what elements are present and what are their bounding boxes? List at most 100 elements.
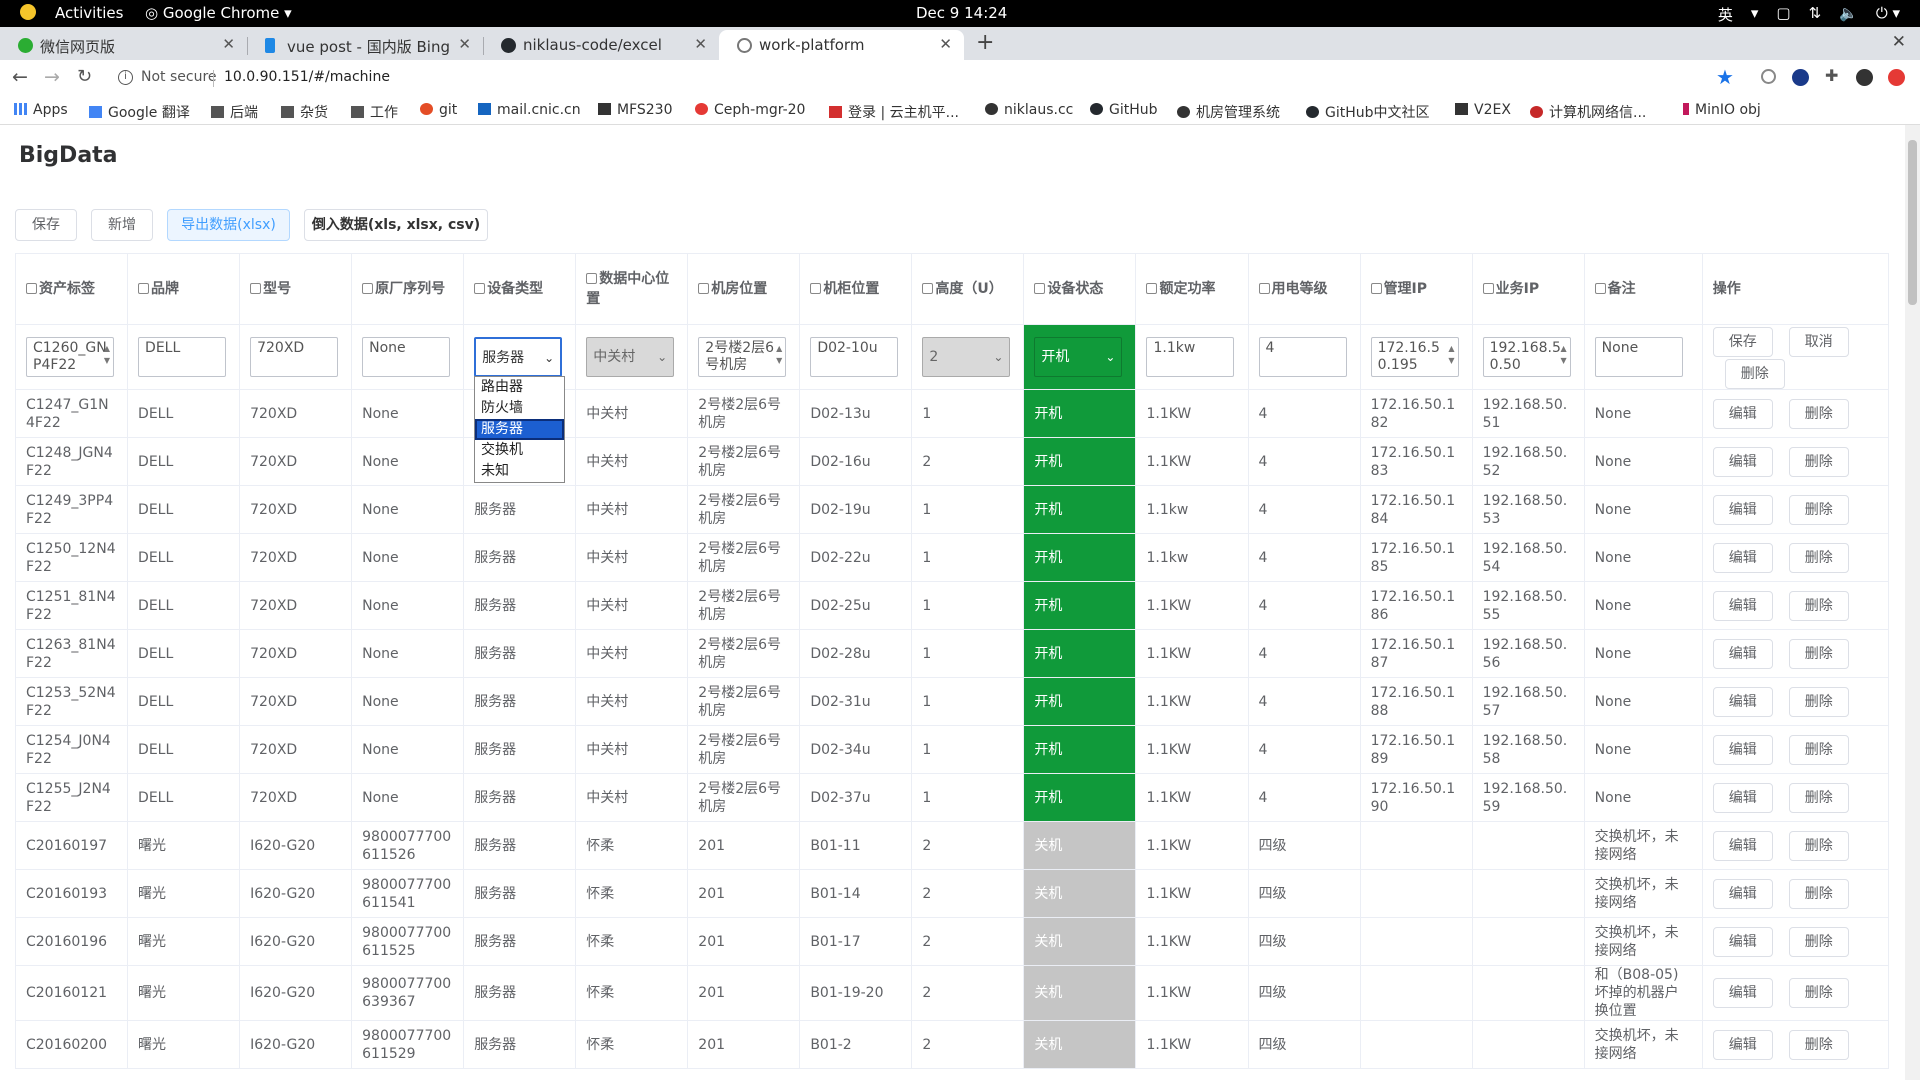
delete-button[interactable]: 删除	[1788, 926, 1849, 957]
edit-button[interactable]: 编辑	[1712, 734, 1773, 765]
delete-button[interactable]: 删除	[1788, 590, 1849, 621]
row-delete-button[interactable]: 删除	[1724, 359, 1785, 389]
delete-button[interactable]: 删除	[1788, 734, 1849, 765]
edit-button[interactable]: 编辑	[1712, 978, 1773, 1008]
column-header[interactable]: 机柜位置	[799, 253, 913, 325]
extensions-puzzle-icon[interactable]: ✚	[1825, 66, 1842, 85]
column-header[interactable]: 品牌	[127, 253, 241, 325]
status-select[interactable]: 开机 ⌄	[1034, 337, 1123, 377]
new-tab-button[interactable]: +	[976, 30, 994, 55]
delete-button[interactable]: 删除	[1788, 782, 1849, 813]
bookmark-folder-backend[interactable]: 后端	[211, 102, 258, 122]
rack-input[interactable]: D02-10u	[810, 337, 899, 377]
column-header[interactable]: 原厂序列号	[351, 253, 465, 325]
delete-button[interactable]: 删除	[1788, 398, 1849, 429]
app-menu[interactable]: ◎ Google Chrome ▾	[145, 4, 292, 22]
device-type-select[interactable]: 服务器 ⌄	[474, 337, 563, 377]
scroll-arrows-icon[interactable]: ▲ ▼	[104, 343, 110, 367]
edit-button[interactable]: 编辑	[1712, 542, 1773, 573]
delete-button[interactable]: 删除	[1788, 686, 1849, 717]
delete-button[interactable]: 删除	[1788, 1029, 1849, 1060]
column-header[interactable]: 机房位置	[687, 253, 801, 325]
edit-button[interactable]: 编辑	[1712, 926, 1773, 957]
model-input[interactable]: 720XD	[250, 337, 339, 377]
bookmark-mail[interactable]: mail.cnic.cn	[478, 102, 581, 118]
column-header[interactable]: 操作	[1701, 253, 1890, 325]
delete-button[interactable]: 删除	[1788, 638, 1849, 669]
tab-wechat[interactable]: 微信网页版 ✕	[0, 30, 248, 60]
import-button[interactable]: 倒入数据(xls, xlsx, csv)	[304, 209, 488, 241]
bookmark-github-cn[interactable]: GitHub中文社区	[1306, 102, 1430, 122]
security-label[interactable]: Not secure	[141, 69, 217, 85]
dropdown-option[interactable]: 路由器	[475, 377, 564, 398]
bookmark-niklaus[interactable]: niklaus.cc	[985, 102, 1073, 118]
bookmark-cnic[interactable]: 计算机网络信...	[1530, 102, 1646, 122]
close-icon[interactable]: ✕	[694, 35, 707, 53]
delete-button[interactable]: 删除	[1788, 978, 1849, 1008]
bookmark-github[interactable]: GitHub	[1090, 102, 1158, 118]
dropdown-option[interactable]: 服务器	[475, 419, 564, 440]
edit-button[interactable]: 编辑	[1712, 494, 1773, 525]
column-header[interactable]: 用电等级	[1247, 253, 1361, 325]
edit-button[interactable]: 编辑	[1712, 686, 1773, 717]
row-cancel-button[interactable]: 取消	[1788, 327, 1849, 357]
height-select[interactable]: 2 ⌄	[922, 337, 1011, 377]
column-header[interactable]: 型号	[239, 253, 353, 325]
column-header[interactable]: 业务IP	[1471, 253, 1585, 325]
bookmark-folder-work[interactable]: 工作	[351, 102, 398, 122]
asset-tag-input[interactable]: C1260_GNP4F22 ▲ ▼	[26, 337, 114, 377]
power-level-input[interactable]: 4	[1258, 337, 1347, 377]
biz-ip-input[interactable]: 192.168.50.50 ▲ ▼	[1482, 337, 1571, 377]
save-button[interactable]: 保存	[15, 209, 77, 241]
system-tray[interactable]: 英 ▾ ▢ ⇅ 🔈 ⏻ ▾	[1718, 4, 1900, 25]
tab-work-platform[interactable]: work-platform ✕	[719, 30, 964, 60]
avatar[interactable]	[1856, 69, 1873, 86]
scroll-arrows-icon[interactable]: ▲ ▼	[1448, 343, 1454, 367]
close-icon[interactable]: ✕	[939, 35, 952, 53]
bookmark-folder-misc[interactable]: 杂货	[281, 102, 328, 122]
clock[interactable]: Dec 9 14:24	[916, 4, 1007, 22]
edit-button[interactable]: 编辑	[1712, 878, 1773, 909]
bookmark-minio[interactable]: MinIO obj	[1683, 102, 1761, 118]
edit-button[interactable]: 编辑	[1712, 830, 1773, 861]
bookmark-star-icon[interactable]: ★	[1716, 65, 1734, 89]
delete-button[interactable]: 删除	[1788, 878, 1849, 909]
window-close-icon[interactable]: ✕	[1892, 32, 1906, 52]
column-header[interactable]: 高度（U）	[911, 253, 1025, 325]
activities-button[interactable]: Activities	[55, 4, 123, 22]
dropdown-option[interactable]: 防火墙	[475, 398, 564, 419]
delete-button[interactable]: 删除	[1788, 542, 1849, 573]
edit-button[interactable]: 编辑	[1712, 446, 1773, 477]
column-header[interactable]: 额定功率	[1135, 253, 1249, 325]
edit-button[interactable]: 编辑	[1712, 638, 1773, 669]
edit-button[interactable]: 编辑	[1712, 398, 1773, 429]
bookmark-ceph[interactable]: Ceph-mgr-20	[695, 102, 805, 118]
bookmark-google-translate[interactable]: Google 翻译	[89, 102, 190, 122]
delete-button[interactable]: 删除	[1788, 446, 1849, 477]
delete-button[interactable]: 删除	[1788, 830, 1849, 861]
column-header[interactable]: 设备状态	[1023, 253, 1137, 325]
close-icon[interactable]: ✕	[222, 35, 235, 53]
chrome-menu-icon[interactable]	[1888, 69, 1905, 86]
dropdown-option[interactable]: 未知	[475, 461, 564, 482]
bookmark-cloud-login[interactable]: 登录 | 云主机平...	[829, 102, 959, 122]
back-icon[interactable]: ←	[12, 66, 28, 88]
add-button[interactable]: 新增	[91, 209, 153, 241]
ubuntu-icon[interactable]	[20, 4, 36, 20]
edit-button[interactable]: 编辑	[1712, 590, 1773, 621]
bookmark-v2ex[interactable]: V2EX	[1455, 102, 1511, 118]
serial-input[interactable]: None	[362, 337, 451, 377]
ime-indicator[interactable]: 英	[1718, 4, 1733, 25]
mgmt-ip-input[interactable]: 172.16.50.195 ▲ ▼	[1370, 337, 1459, 377]
room-input[interactable]: 2号楼2层6号机房 ▲ ▼	[698, 337, 787, 377]
export-button[interactable]: 导出数据(xlsx)	[167, 209, 290, 241]
column-header[interactable]: 备注	[1583, 253, 1703, 325]
column-header[interactable]: 管理IP	[1359, 253, 1473, 325]
extension-record-icon[interactable]	[1761, 69, 1776, 84]
url-bar[interactable]: 10.0.90.151/#/machine	[224, 69, 390, 85]
bookmark-git[interactable]: git	[420, 102, 457, 118]
close-icon[interactable]: ✕	[458, 35, 471, 53]
bookmark-apps[interactable]: Apps	[14, 102, 68, 118]
scroll-arrows-icon[interactable]: ▲ ▼	[1560, 343, 1566, 367]
power-input[interactable]: 1.1kw	[1146, 337, 1235, 377]
